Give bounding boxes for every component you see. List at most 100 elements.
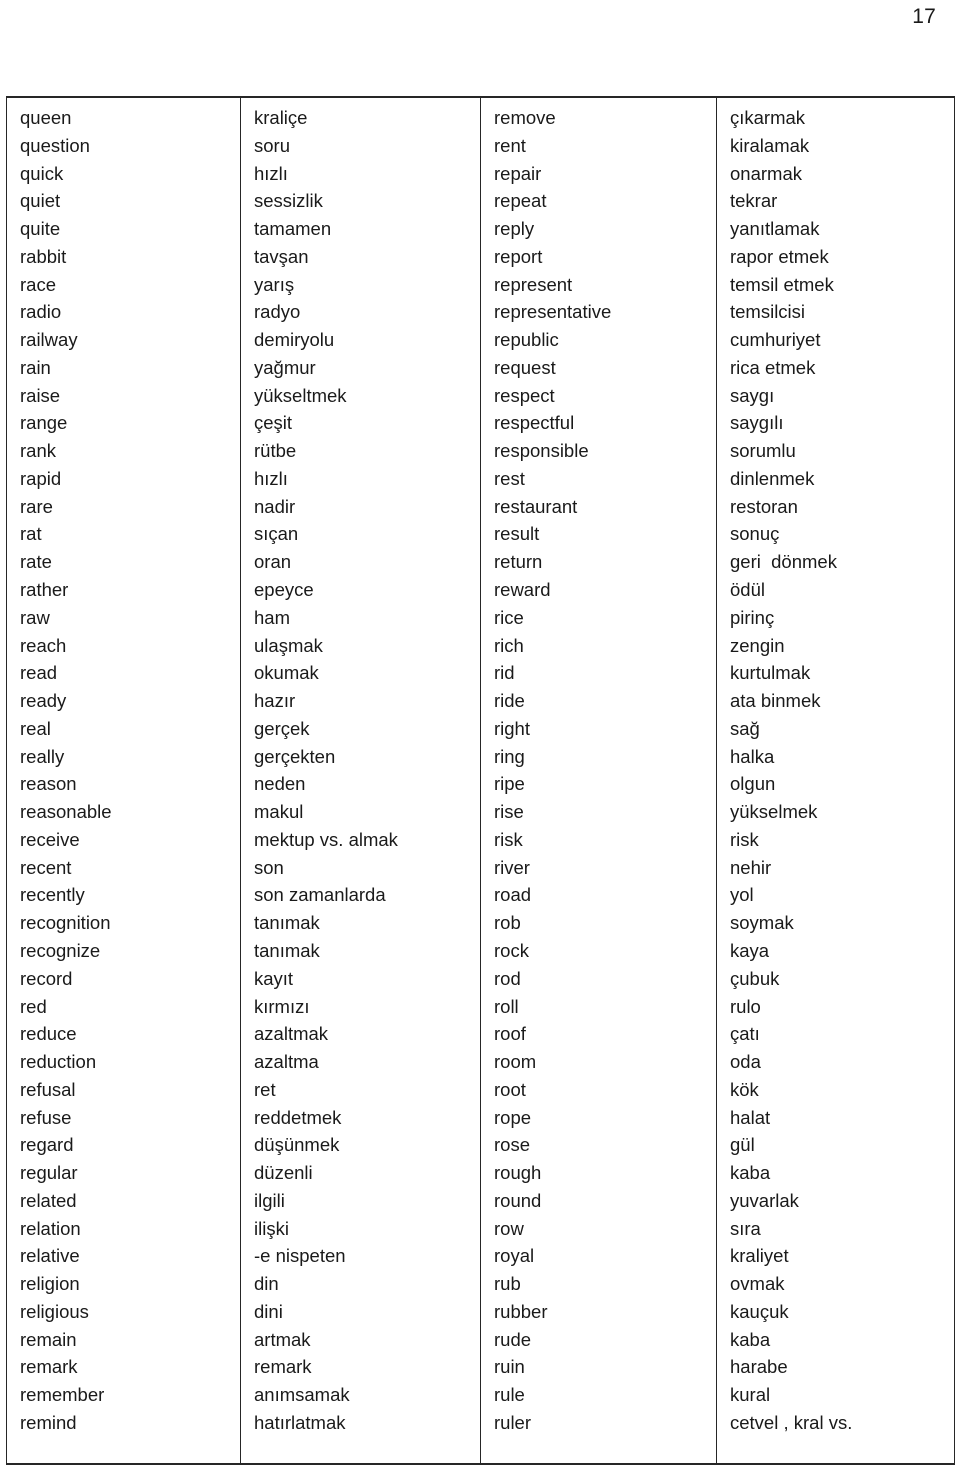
vocabulary-entry: saygılı [730,412,784,434]
vocabulary-entry: return [494,551,543,573]
vocabulary-entry: ham [254,606,290,628]
vocabulary-entry: rat [20,523,42,545]
vocabulary-entry: red [20,995,47,1017]
vocabulary-entry: dini [254,1300,283,1322]
vocabulary-entry: halat [730,1106,771,1128]
vocabulary-entry: rude [494,1328,532,1350]
vocabulary-entry: remain [20,1328,77,1350]
vocabulary-entry: yanıtlamak [730,218,820,240]
vocabulary-entry: reply [494,218,535,240]
vocabulary-entry: çatı [730,1023,760,1045]
vocabulary-entry: royal [494,1245,535,1267]
vocabulary-entry: kiralamak [730,134,810,156]
vocabulary-entry: kurtulmak [730,662,811,684]
vocabulary-entry: nehir [730,856,772,878]
vocabulary-entry: hızlı [254,467,288,489]
vocabulary-entry: kraliyet [730,1245,789,1267]
vocabulary-entry: tekrar [730,190,778,212]
vocabulary-entry: geri dönmek [730,551,837,573]
vocabulary-entry: rich [494,634,524,656]
vocabulary-entry: relation [20,1217,81,1239]
vocabulary-entry: neden [254,773,306,795]
vocabulary-entry: kırmızı [254,995,310,1017]
vocabulary-entry: sonuç [730,523,780,545]
vocabulary-entry: rough [494,1162,542,1184]
vocabulary-entry: sıra [730,1217,761,1239]
vocabulary-entry: harabe [730,1356,788,1378]
vocabulary-entry: ring [494,745,525,767]
vocabulary-entry: hazır [254,690,296,712]
vocabulary-entry: reach [20,634,67,656]
vocabulary-entry: rice [494,606,524,628]
vocabulary-entry: ulaşmak [254,634,323,656]
vocabulary-entry: gerçekten [254,745,336,767]
vocabulary-entry: çıkarmak [730,107,806,128]
vocabulary-entry: ilgili [254,1189,285,1211]
vocabulary-entry: azaltma [254,1051,319,1073]
page-number: 17 [912,5,936,28]
vocabulary-entry: roll [494,995,519,1017]
vocabulary-entry: range [20,412,68,434]
vocabulary-entry: yükselmek [730,801,818,823]
vocabulary-entry: related [20,1189,77,1211]
vocabulary-entry: quick [20,162,64,184]
vocabulary-entry: pirinç [730,606,775,628]
vocabulary-entry: kaba [730,1328,771,1350]
vocabulary-entry: gerçek [254,717,310,739]
vocabulary-entry: son [254,856,284,878]
vocabulary-entry: refusal [20,1078,76,1100]
vocabulary-entry: right [494,717,530,739]
vocabulary-entry: anımsamak [254,1384,350,1406]
vocabulary-entry: sorumlu [730,440,796,462]
vocabulary-entry: kayıt [254,967,294,989]
table-cell-english-1: queen question quick quiet quite rabbit race ra… [6,96,241,1465]
vocabulary-entry: raise [20,384,61,406]
vocabulary-entry: yağmur [254,356,316,378]
vocabulary-entry: dinlenmek [730,467,815,489]
vocabulary-entry: really [20,745,65,767]
vocabulary-entry: ata binmek [730,690,821,712]
table-cell-turkish-2: çıkarmak kiralamak onarmak tekrar yanıtlamak… [716,96,955,1465]
vocabulary-entry: rapid [20,467,62,489]
column-turkish-1: kraliçe soru hızlı sessizlik tamamen tavşan ya… [241,98,480,1463]
vocabulary-entry: repeat [494,190,547,212]
vocabulary-entry: repair [494,162,542,184]
vocabulary-entry: rapor etmek [730,245,829,267]
vocabulary-entry: oran [254,551,292,573]
vocabulary-entry: round [494,1189,542,1211]
vocabulary-entry: rain [20,356,51,378]
vocabulary-entry: responsible [494,440,589,462]
vocabulary-entry: rid [494,662,515,684]
vocabulary-entry: rule [494,1384,525,1406]
vocabulary-entry: hatırlatmak [254,1411,346,1433]
vocabulary-entry: ödül [730,579,765,601]
vocabulary-entry: rare [20,495,53,517]
vocabulary-entry: sıçan [254,523,299,545]
vocabulary-entry: ripe [494,773,525,795]
vocabulary-entry: rubber [494,1300,548,1322]
vocabulary-entry: rulo [730,995,761,1017]
vocabulary-entry: religious [20,1300,89,1322]
vocabulary-entry: risk [494,828,523,850]
vocabulary-entry: çeşit [254,412,293,434]
vocabulary-entry: epeyce [254,579,314,601]
vocabulary-entry: tanımak [254,939,320,961]
vocabulary-entry: zengin [730,634,785,656]
vocabulary-entry: rub [494,1273,521,1295]
vocabulary-entry: gül [730,1134,755,1156]
vocabulary-entry: ilişki [254,1217,289,1239]
vocabulary-entry: artmak [254,1328,311,1350]
vocabulary-entry: soru [254,134,290,156]
vocabulary-entry: root [494,1078,526,1100]
vocabulary-entry: queen [20,107,72,128]
column-turkish-2: çıkarmak kiralamak onarmak tekrar yanıtlamak… [717,98,954,1463]
column-english-1: queen question quick quiet quite rabbit race ra… [7,98,240,1463]
vocabulary-entry: sessizlik [254,190,323,212]
vocabulary-entry: rank [20,440,56,462]
vocabulary-entry: -e nispeten [254,1245,346,1267]
vocabulary-entry: cetvel , kral vs. [730,1411,853,1433]
vocabulary-entry: race [20,273,56,295]
vocabulary-entry: roof [494,1023,526,1045]
vocabulary-entry: yarış [254,273,295,295]
vocabulary-entry: okumak [254,662,319,684]
